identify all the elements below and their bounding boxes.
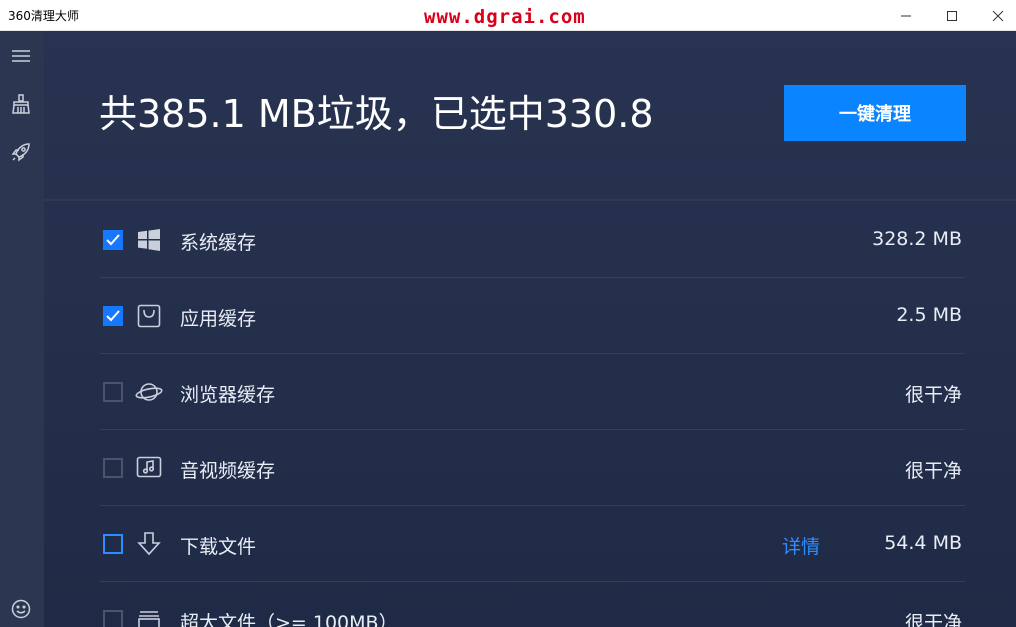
maximize-icon [947,10,957,21]
list-item-downloads[interactable]: 下载文件 详情 54.4 MB [100,506,965,582]
item-size: 2.5 MB [896,304,962,326]
main-panel: 共385.1 MB垃圾，已选中330.8 一键清理 系统缓存 328.2 MB [44,31,1016,627]
checkbox[interactable] [103,382,123,402]
item-status: 很干净 [904,612,962,627]
item-label: 下载文件 [180,536,257,558]
windows-icon [135,226,163,254]
rocket-icon[interactable] [8,139,34,165]
music-icon [135,454,163,482]
checkbox[interactable] [103,306,123,326]
checkbox[interactable] [103,534,123,554]
item-status: 很干净 [904,460,962,482]
minimize-button[interactable] [883,0,929,31]
archive-icon [135,606,163,627]
junk-summary: 共385.1 MB垃圾，已选中330.8 [99,92,654,136]
item-label: 超大文件（>= 100MB） [180,612,398,627]
item-label: 浏览器缓存 [180,384,276,406]
broom-icon[interactable] [8,91,34,117]
one-click-clean-button[interactable]: 一键清理 [784,85,966,141]
title-bar: 360清理大师 www.dgrai.com [0,0,1016,31]
item-label: 音视频缓存 [180,460,276,482]
smile-icon[interactable] [8,596,34,622]
item-size: 328.2 MB [872,228,962,250]
minimize-icon [901,15,911,16]
list-item-large-files[interactable]: 超大文件（>= 100MB） 很干净 [100,582,965,627]
download-icon [135,530,163,558]
details-link[interactable]: 详情 [782,532,820,559]
shopping-bag-icon [135,302,163,330]
item-size: 54.4 MB [884,532,962,554]
planet-icon [135,378,163,406]
checkbox[interactable] [103,230,123,250]
list-item-system-cache[interactable]: 系统缓存 328.2 MB [100,202,965,278]
list-item-app-cache[interactable]: 应用缓存 2.5 MB [100,278,965,354]
checkbox[interactable] [103,610,123,627]
item-label: 应用缓存 [180,308,257,330]
close-button[interactable] [975,0,1016,31]
item-status: 很干净 [904,384,962,406]
menu-icon[interactable] [8,43,34,69]
list-item-browser-cache[interactable]: 浏览器缓存 很干净 [100,354,965,430]
sidebar [0,31,44,627]
checkbox[interactable] [103,458,123,478]
maximize-button[interactable] [929,0,975,31]
divider [44,199,1016,201]
list-item-media-cache[interactable]: 音视频缓存 很干净 [100,430,965,506]
item-label: 系统缓存 [180,232,257,254]
watermark-text: www.dgrai.com [424,6,586,28]
app-title: 360清理大师 [8,9,79,23]
close-icon [992,10,1004,21]
